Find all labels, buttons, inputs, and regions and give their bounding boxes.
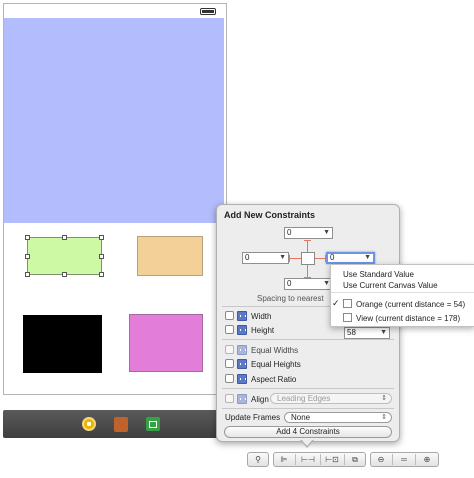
toolbar-separator xyxy=(392,454,393,465)
trailing-spacing-value: 0 xyxy=(330,253,335,262)
update-frames-value: None xyxy=(291,413,311,422)
battery-icon xyxy=(200,8,216,15)
update-frames-label: Update Frames xyxy=(225,413,281,422)
object-cube-icon[interactable] xyxy=(114,417,128,432)
equal-heights-checkbox[interactable] xyxy=(225,359,234,368)
align-label: Align xyxy=(251,395,269,404)
aspect-ratio-label: Aspect Ratio xyxy=(251,375,297,384)
pin-icon[interactable]: ⊢⊣ xyxy=(299,454,317,465)
view-swatch-icon xyxy=(343,299,352,308)
toolbar-separator xyxy=(344,454,345,465)
height-constraint-icon xyxy=(237,325,247,335)
zoom-in-icon[interactable]: ⊕ xyxy=(419,454,435,465)
height-value: 58 xyxy=(347,328,356,337)
popover-title: Add New Constraints xyxy=(224,210,316,220)
chevron-down-icon: ▼ xyxy=(364,254,371,261)
resize-handle[interactable] xyxy=(25,272,30,277)
pink-view[interactable] xyxy=(129,314,203,372)
top-spacing-value: 0 xyxy=(287,228,292,237)
width-checkbox[interactable] xyxy=(225,311,234,320)
exit-icon[interactable] xyxy=(146,417,160,431)
resize-handle[interactable] xyxy=(62,235,67,240)
equal-widths-checkbox[interactable] xyxy=(225,345,234,354)
align-dropdown[interactable]: Leading Edges ⇕ xyxy=(270,393,392,404)
popover-arrow-fill xyxy=(301,439,313,446)
divider xyxy=(222,408,394,409)
resize-handle[interactable] xyxy=(99,235,104,240)
blue-view[interactable] xyxy=(4,18,224,223)
divider xyxy=(222,388,394,389)
align-icon[interactable]: ⊫ xyxy=(276,454,292,465)
leading-beam-cap xyxy=(289,255,290,262)
add-constraints-button[interactable]: Add 4 Constraints xyxy=(224,426,392,438)
top-spacing-field[interactable]: 0 ▼ xyxy=(284,227,333,239)
simulated-metrics-icon[interactable]: ⚲ xyxy=(250,454,266,465)
chevron-down-icon: ▼ xyxy=(279,254,286,261)
bottom-spacing-field[interactable]: 0 ▼ xyxy=(284,278,333,290)
equal-widths-icon xyxy=(237,345,247,355)
toolbar-separator xyxy=(415,454,416,465)
orange-view[interactable] xyxy=(137,236,203,276)
scene-dock xyxy=(3,410,220,438)
divider xyxy=(222,339,394,340)
top-beam-cap xyxy=(304,240,311,241)
toolbar-separator xyxy=(295,454,296,465)
chevron-down-icon: ▼ xyxy=(323,229,330,236)
resize-handle[interactable] xyxy=(25,235,30,240)
black-view[interactable] xyxy=(23,315,102,373)
equal-widths-label: Equal Widths xyxy=(251,346,299,355)
green-view-selected[interactable] xyxy=(27,237,102,275)
align-icon xyxy=(237,394,247,404)
resize-handle[interactable] xyxy=(25,254,30,259)
align-value: Leading Edges xyxy=(277,394,331,403)
toolbar-separator xyxy=(320,454,321,465)
leading-constraint-beam[interactable] xyxy=(289,258,301,259)
resize-handle[interactable] xyxy=(62,272,67,277)
top-constraint-beam[interactable] xyxy=(307,240,308,252)
leading-spacing-value: 0 xyxy=(245,253,250,262)
height-label: Height xyxy=(251,326,275,335)
chevron-down-icon: ▼ xyxy=(323,280,330,287)
spacing-label: Spacing to nearest xyxy=(257,294,324,303)
status-bar xyxy=(4,4,224,18)
height-field[interactable]: 58 ▼ xyxy=(344,327,390,339)
aspect-ratio-icon xyxy=(237,374,247,384)
zoom-reset-icon[interactable]: ═ xyxy=(396,454,412,465)
chevron-updown-icon: ⇕ xyxy=(381,395,387,402)
bottom-spacing-value: 0 xyxy=(287,279,292,288)
equal-heights-icon xyxy=(237,359,247,369)
resize-handle[interactable] xyxy=(99,254,104,259)
resize-handle[interactable] xyxy=(99,272,104,277)
chevron-updown-icon: ⇕ xyxy=(381,414,387,421)
checkmark-icon: ✓ xyxy=(332,298,340,308)
menu-item-view[interactable]: View (current distance = 178) xyxy=(356,314,460,323)
trailing-spacing-field[interactable]: 0 ▼ xyxy=(326,252,375,264)
chevron-down-icon: ▼ xyxy=(380,329,387,336)
menu-item-use-standard-value[interactable]: Use Standard Value xyxy=(343,270,414,279)
leading-spacing-field[interactable]: 0 ▼ xyxy=(242,252,289,264)
height-checkbox[interactable] xyxy=(225,325,234,334)
menu-item-use-current-canvas-value[interactable]: Use Current Canvas Value xyxy=(343,281,438,290)
zoom-out-icon[interactable]: ⊖ xyxy=(373,454,389,465)
resolve-icon[interactable]: ⧉ xyxy=(347,454,363,465)
trailing-beam-cap xyxy=(325,255,326,262)
width-constraint-icon xyxy=(237,311,247,321)
update-frames-dropdown[interactable]: None ⇕ xyxy=(284,412,392,423)
first-responder-icon[interactable] xyxy=(82,417,96,431)
menu-separator xyxy=(331,292,474,293)
menu-item-orange[interactable]: Orange (current distance = 54) xyxy=(356,300,465,309)
aspect-ratio-checkbox[interactable] xyxy=(225,374,234,383)
width-label: Width xyxy=(251,312,272,321)
resizing-icon[interactable]: ⊢⊡ xyxy=(322,454,342,465)
align-checkbox[interactable] xyxy=(225,394,234,403)
equal-heights-label: Equal Heights xyxy=(251,360,301,369)
bottom-beam-cap xyxy=(304,277,311,278)
view-swatch-icon xyxy=(343,313,352,322)
selected-view-box xyxy=(301,252,315,265)
